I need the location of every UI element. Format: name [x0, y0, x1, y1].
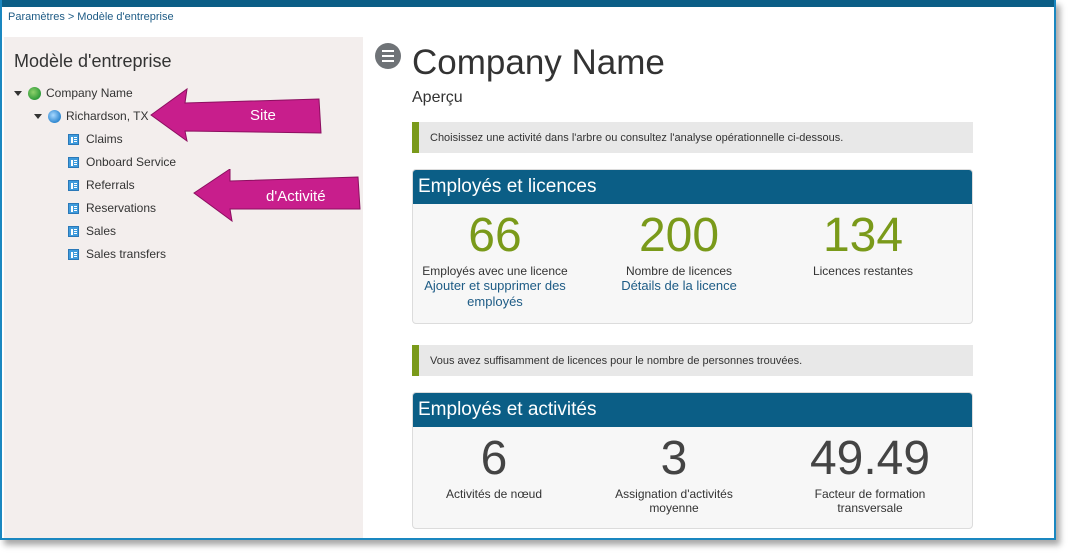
stat-avg-assignment: 3 Assignation d'activités moyenne [609, 432, 739, 516]
main-content: Company Name Aperçu Choisissez une activ… [372, 37, 1054, 538]
stat-value: 134 [822, 209, 904, 262]
tree-node-label[interactable]: Referrals [86, 178, 135, 192]
top-bar [2, 0, 1054, 7]
tree-node-activity[interactable]: Sales transfers [68, 246, 166, 262]
sidebar: Modèle d'entreprise Company Name Richard… [4, 37, 363, 538]
stat-label: Employés avec une licence [422, 264, 568, 278]
tree-node-site[interactable]: Richardson, TX [34, 108, 148, 124]
breadcrumb-separator: > [67, 11, 75, 23]
stat-value: 200 [638, 209, 720, 262]
activity-icon [68, 179, 79, 191]
tree-node-label[interactable]: Richardson, TX [66, 109, 148, 123]
activity-icon [68, 133, 79, 145]
stat-label: Assignation d'activités moyenne [615, 487, 733, 515]
activity-icon [68, 248, 79, 260]
caret-down-icon[interactable] [34, 113, 42, 119]
breadcrumb-current[interactable]: Modèle d'entreprise [77, 11, 173, 23]
activity-icon [68, 202, 79, 214]
tree-node-activity[interactable]: Reservations [68, 200, 156, 216]
stat-label: Nombre de licences [625, 264, 733, 278]
menu-icon[interactable] [375, 43, 401, 69]
stat-remaining-licenses: 134 Licences restantes [793, 209, 933, 279]
breadcrumb-parent-link[interactable]: Paramètres [8, 11, 65, 23]
activity-callout-label: d'Activité [266, 188, 326, 205]
stat-label: Licences restantes [812, 264, 914, 278]
tree-node-label[interactable]: Claims [86, 132, 123, 146]
breadcrumb: Paramètres > Modèle d'entreprise [8, 11, 174, 23]
globe-icon [28, 86, 41, 100]
site-callout-label: Site [250, 107, 276, 124]
license-details-link[interactable]: Détails de la licence [609, 278, 749, 294]
app-window: Paramètres > Modèle d'entreprise Modèle … [0, 0, 1056, 540]
card-title: Employés et licences [413, 170, 972, 204]
tree-node-label[interactable]: Onboard Service [86, 155, 176, 169]
manage-employees-link[interactable]: Ajouter et supprimer des employés [415, 278, 575, 310]
stat-value: 66 [468, 209, 522, 262]
tree-node-label[interactable]: Reservations [86, 201, 156, 215]
stat-cross-training: 49.49 Facteur de formation transversale [785, 432, 955, 516]
page-subtitle: Aperçu [412, 89, 463, 106]
stat-licensed-employees: 66 Employés avec une licence Ajouter et … [415, 210, 575, 310]
tree-node-label[interactable]: Company Name [46, 86, 133, 100]
tree-node-company[interactable]: Company Name [14, 85, 133, 101]
tree-node-label[interactable]: Sales transfers [86, 247, 166, 261]
stat-label: Facteur de formation transversale [814, 487, 926, 515]
activity-icon [68, 156, 79, 168]
sidebar-title: Modèle d'entreprise [14, 51, 172, 71]
stat-label: Activités de nœud [445, 487, 543, 501]
card-title: Employés et activités [413, 393, 972, 427]
stat-license-count: 200 Nombre de licences Détails de la lic… [609, 210, 749, 294]
activities-card: Employés et activités 6 Activités de nœu… [412, 392, 973, 529]
stat-value: 6 [480, 432, 508, 485]
tree-node-activity[interactable]: Sales [68, 223, 116, 239]
tree-node-activity[interactable]: Claims [68, 131, 123, 147]
licenses-card: Employés et licences 66 Employés avec un… [412, 169, 973, 324]
tree-node-label[interactable]: Sales [86, 224, 116, 238]
stat-value: 49.49 [809, 432, 931, 485]
site-callout-arrow [150, 87, 322, 143]
tree-node-activity[interactable]: Onboard Service [68, 154, 176, 170]
globe-icon [48, 109, 61, 123]
license-notice: Vous avez suffisamment de licences pour … [412, 345, 973, 376]
stat-node-activities: 6 Activités de nœud [414, 432, 574, 502]
activity-icon [68, 225, 79, 237]
page-title: Company Name [412, 43, 665, 82]
caret-down-icon[interactable] [14, 90, 22, 96]
info-notice: Choisissez une activité dans l'arbre ou … [412, 122, 973, 153]
stat-value: 3 [660, 432, 688, 485]
tree-node-activity[interactable]: Referrals [68, 177, 135, 193]
